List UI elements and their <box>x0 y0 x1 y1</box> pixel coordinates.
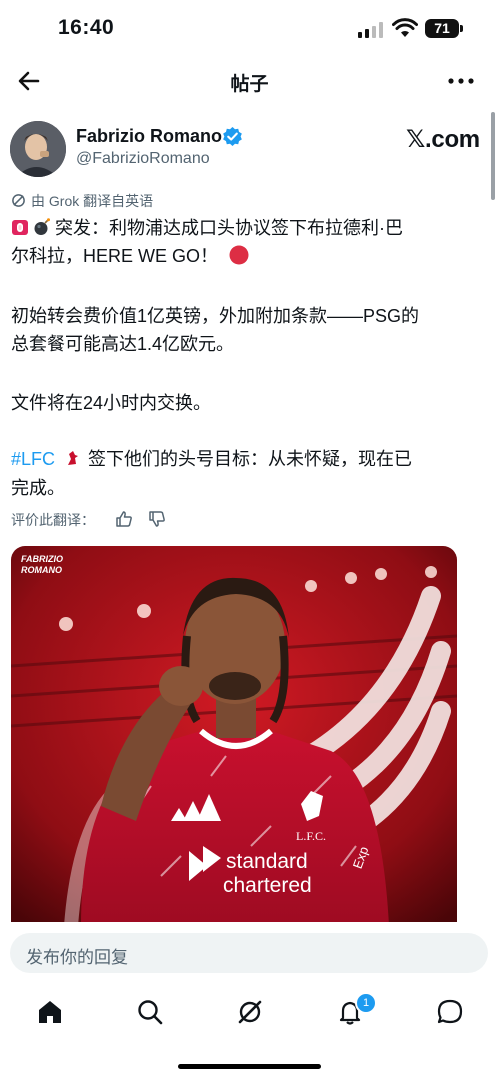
translation-note[interactable]: 由 Grok 翻译自英语 <box>31 191 153 211</box>
hashtag-link[interactable]: #LFC <box>11 449 55 469</box>
page-title: 帖子 <box>230 74 269 95</box>
grok-icon <box>12 194 25 207</box>
wifi-icon <box>392 18 418 37</box>
tweet-photo[interactable]: L.F.C. standard chartered Exp FABRIZIO R… <box>11 546 457 926</box>
avatar[interactable] <box>10 121 66 177</box>
home-indicator <box>178 1064 321 1069</box>
reply-placeholder: 发布你的回复 <box>26 948 128 967</box>
x-logo: 𝕏.com <box>406 126 480 153</box>
verified-icon <box>223 126 242 147</box>
tweet-line-6: 签下他们的头号目标：从未怀疑，现在已 <box>88 449 413 469</box>
tweet-line-1: 突发：利物浦达成口头协议签下布拉德利·巴 <box>55 218 403 238</box>
watermark-line-2: ROMANO <box>21 565 62 575</box>
watermark-line-1: FABRIZIO <box>21 554 63 564</box>
photo-watermark: FABRIZIO ROMANO <box>21 554 63 576</box>
bomb-emoji <box>34 218 50 235</box>
tweet-line-4: 总套餐可能高达1.4亿欧元。 <box>11 334 235 354</box>
search-icon[interactable] <box>136 998 164 1026</box>
siren-emoji <box>12 220 28 235</box>
sponsor-line-2: chartered <box>223 874 312 897</box>
author-name[interactable]: Fabrizio Romano <box>76 126 222 147</box>
signal-icon <box>358 22 383 38</box>
battery-indicator: 71 <box>425 19 459 38</box>
tweet-line: 突发：利物浦达成口头协议签下布拉德利·巴 <box>11 214 489 242</box>
status-time: 16:40 <box>58 16 115 39</box>
tweet-line-3: 初始转会费价值1亿英镑，外加附加条款——PSG的 <box>11 306 420 326</box>
crest-text: L.F.C. <box>296 829 326 843</box>
author-handle[interactable]: @FabrizioRomano <box>76 150 210 168</box>
scrollbar[interactable] <box>491 112 495 200</box>
battery-nub <box>460 25 463 32</box>
tweet-line: #LFC 签下他们的头号目标：从未怀疑，现在已 <box>11 445 489 473</box>
more-icon[interactable] <box>448 78 474 84</box>
tweet-line-5: 文件将在24小时内交换。 <box>11 393 212 413</box>
thumb-up-icon[interactable] <box>115 510 133 528</box>
notification-badge: 1 <box>355 992 377 1014</box>
liverbird-emoji <box>68 451 79 465</box>
message-icon[interactable] <box>436 998 464 1026</box>
grok-tab-icon[interactable] <box>236 998 264 1026</box>
thumb-down-icon[interactable] <box>148 510 166 528</box>
red-circle-emoji <box>229 245 249 265</box>
tweet-line-2: 尔科拉，HERE WE GO！ <box>11 246 219 266</box>
tweet-line: 尔科拉，HERE WE GO！ <box>11 242 489 270</box>
rate-translation-label: 评价此翻译： <box>11 512 95 528</box>
player-announcement-graphic: L.F.C. standard chartered Exp <box>11 546 457 926</box>
home-icon[interactable] <box>36 998 64 1026</box>
tweet-line-7: 完成。 <box>11 478 65 498</box>
sponsor-line-1: standard <box>226 850 308 873</box>
